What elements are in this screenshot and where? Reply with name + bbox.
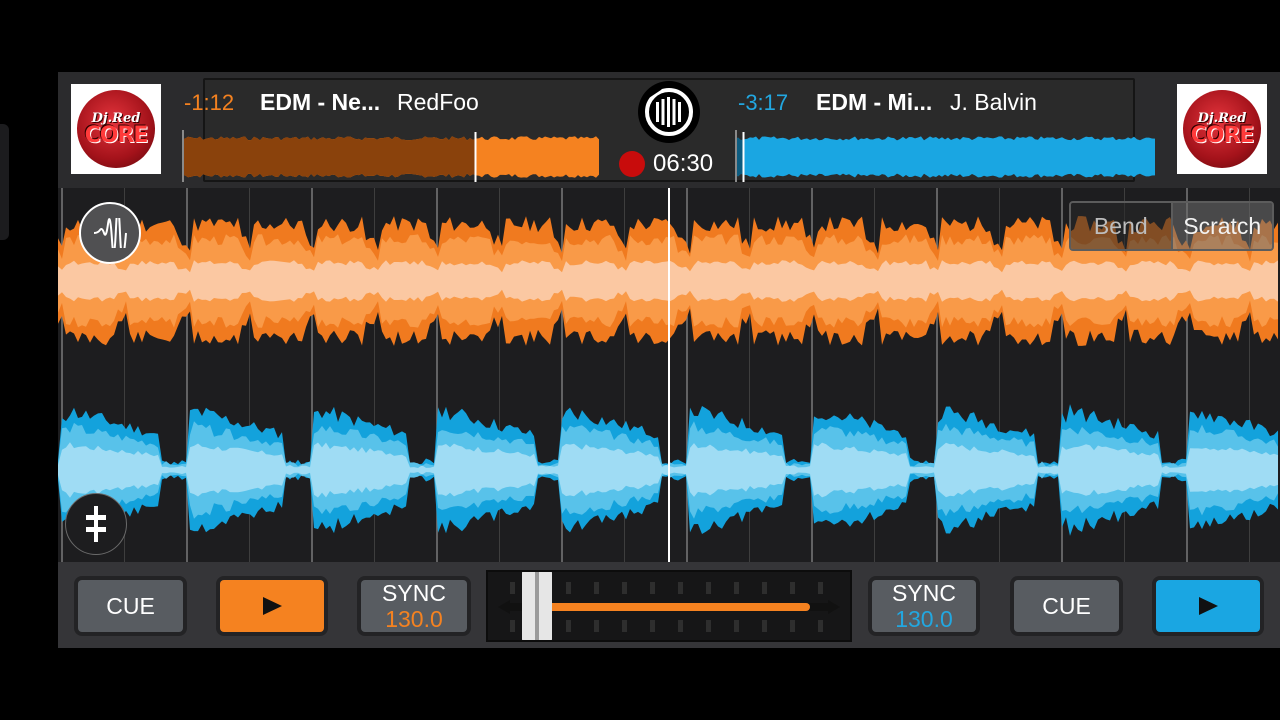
crossfader[interactable] — [486, 570, 852, 642]
deck-a-bpm: 130.0 — [385, 606, 443, 632]
deck-b-time-remaining: -3:17 — [738, 90, 789, 115]
deck-b-logo-main: CORE — [1190, 122, 1255, 148]
crossfader-right-arrow — [828, 600, 840, 614]
deck-b-track-artist: J. Balvin — [950, 89, 1037, 115]
header: Dj.Red CORE Dj.Red CORE -1:12 EDM - Ne..… — [58, 72, 1280, 188]
deck-b-sync-label: SYNC — [892, 580, 956, 606]
crossfader-knob — [522, 571, 552, 641]
equalizer-icon[interactable] — [65, 493, 127, 555]
dj-app: Dj.Red CORE Dj.Red CORE -1:12 EDM - Ne..… — [58, 72, 1280, 648]
screen-edge-notch — [0, 124, 9, 240]
deck-b-logo: Dj.Red CORE — [1183, 90, 1261, 168]
jog-mode-toggle[interactable]: Bend Scratch — [1069, 201, 1274, 251]
waveform-icon[interactable] — [79, 202, 141, 264]
deck-a-cue-button[interactable]: CUE — [78, 580, 183, 632]
deck-a-logo-main: CORE — [84, 122, 149, 148]
recording-indicator[interactable]: 06:30 — [619, 150, 713, 178]
mode-bend[interactable]: Bend — [1071, 203, 1171, 249]
crossfader-level — [537, 603, 810, 611]
app-menu-icon[interactable] — [638, 81, 700, 143]
deck-a-play-button[interactable] — [220, 580, 324, 632]
deck-b-track-title: EDM - Mi... — [816, 89, 933, 115]
waveform-panel[interactable]: Bend Scratch — [58, 188, 1280, 562]
record-icon[interactable] — [619, 151, 645, 177]
recording-time: 06:30 — [653, 150, 714, 177]
deck-a-sync-label: SYNC — [382, 580, 446, 606]
deck-b-play-button[interactable] — [1156, 580, 1260, 632]
deck-controls: CUE SYNC 130.0 SYNC 130.0 CUE — [58, 562, 1280, 648]
deck-a-overview-waveform[interactable] — [182, 130, 600, 182]
deck-b-bpm: 130.0 — [895, 606, 953, 632]
deck-b-play-icon — [1199, 597, 1218, 615]
deck-a-track-title: EDM - Ne... — [260, 89, 381, 115]
deck-a-play-icon — [263, 597, 282, 615]
deck-a-sync-button[interactable]: SYNC 130.0 — [361, 580, 467, 632]
deck-a-track-artist: RedFoo — [397, 89, 479, 115]
deck-a-logo: Dj.Red CORE — [77, 90, 155, 168]
crossfader-left-arrow — [498, 600, 510, 614]
mode-scratch[interactable]: Scratch — [1170, 203, 1272, 249]
deck-b-sync-button[interactable]: SYNC 130.0 — [872, 580, 976, 632]
deck-b-cue-button[interactable]: CUE — [1014, 580, 1119, 632]
deck-b-overview-waveform[interactable] — [735, 130, 1155, 182]
deck-b-cover-art[interactable]: Dj.Red CORE — [1177, 84, 1267, 174]
deck-a-time-remaining: -1:12 — [184, 90, 235, 115]
deck-a-cover-art[interactable]: Dj.Red CORE — [71, 84, 161, 174]
